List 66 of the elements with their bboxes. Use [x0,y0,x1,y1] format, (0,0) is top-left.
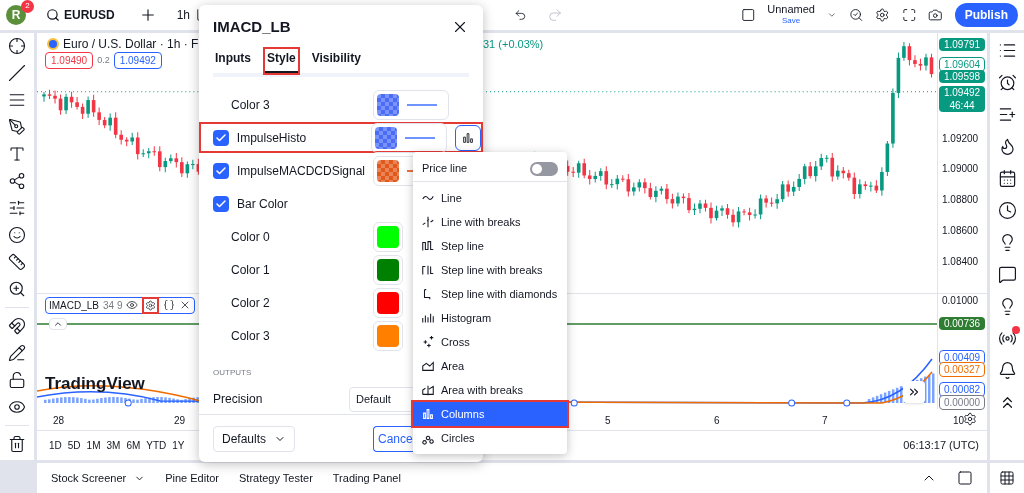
menu-item[interactable]: Circles [413,426,567,450]
price-tick: 1.08400 [942,254,979,269]
color-label: Color 1 [230,261,271,279]
dialog-tab[interactable]: Inputs [213,49,253,73]
range-button[interactable]: 1D [49,438,62,453]
menu-item[interactable]: Line with breaks [413,210,567,234]
indicator-params: 34 9 [103,298,123,313]
option-label: Bar Color [237,195,288,213]
time-tick: 28 [53,413,65,428]
panel-tab[interactable]: Stock Screener [51,469,146,487]
panel-tab[interactable]: Strategy Tester [239,469,313,487]
menu-item[interactable]: Area [413,354,567,378]
panel-tab[interactable]: Pine Editor [165,469,219,487]
color-label: Color 0 [230,228,271,246]
range-button[interactable]: 3M [106,438,121,453]
panel-tab[interactable]: Trading Panel [332,469,401,487]
section-heading: OUTPUTS [212,367,253,379]
price-line-label: Price line [422,161,468,177]
dialog-title: IMACD_LB [213,16,291,37]
spread: 0.2 [97,53,110,67]
time-tick: 29 [174,413,186,428]
range-button[interactable]: 1M [86,438,101,453]
publish-button[interactable]: Publish [954,2,1018,27]
buy-button[interactable]: 1.09492 [113,51,162,69]
price-label: 0.00736 [939,316,985,330]
price-label: 1.09492 46:44 [939,85,985,112]
dialog-tab[interactable]: Style [265,49,298,73]
time-tick: 10 [953,413,965,428]
menu-item[interactable]: Step line with breaks [413,258,567,282]
menu-item[interactable]: Columns [413,402,567,426]
price-change: 31 (+0.03%) [483,36,544,52]
price-label: 1.09791 [939,37,985,51]
range-button[interactable]: 5D [67,438,81,453]
price-tick: 1.09000 [942,161,979,176]
price-tick: 0.01000 [942,293,979,308]
symbol-search[interactable]: EURUSD [46,5,115,24]
symbol-legend: Euro / U.S. Dollar · 1h · F [63,34,199,53]
indicator-name: IMACD_LB [49,298,99,313]
color-label: Color 2 [230,294,271,312]
menu-item[interactable]: Step line [413,234,567,258]
menu-item[interactable]: Histogram [413,306,567,330]
precision-label: Precision [213,391,263,409]
time-tick: 5 [605,413,611,428]
menu-item[interactable]: Cross [413,330,567,354]
notification-badge: 2 [21,0,34,13]
defaults-button[interactable]: Defaults [213,425,296,452]
range-button[interactable]: 6M [126,438,141,453]
range-button[interactable]: 1Y [172,438,185,453]
price-tick: 1.08800 [942,192,979,207]
price-tick: 1.09200 [942,131,979,146]
sell-button[interactable]: 1.09490 [45,51,94,69]
layout-name[interactable]: Unnamed Save [767,3,815,26]
plot-label: ImpulseHisto [236,129,308,147]
range-button[interactable]: YTD [146,438,167,453]
dialog-tab[interactable]: Visibility [309,49,363,73]
price-tick: 1.08600 [942,223,979,238]
clock: 06:13:17 (UTC) [903,438,979,454]
time-tick: 6 [714,413,720,428]
plot-label: ImpulseMACDCDSignal [237,162,367,180]
color-label: Color 3 [230,96,271,114]
avatar[interactable]: R [6,4,26,25]
menu-item[interactable]: Step line with diamonds [413,282,567,306]
menu-item[interactable]: Line [413,186,567,210]
time-tick: 7 [822,413,828,428]
color-label: Color 3 [230,327,271,345]
interval-button[interactable]: 1h [176,5,191,24]
